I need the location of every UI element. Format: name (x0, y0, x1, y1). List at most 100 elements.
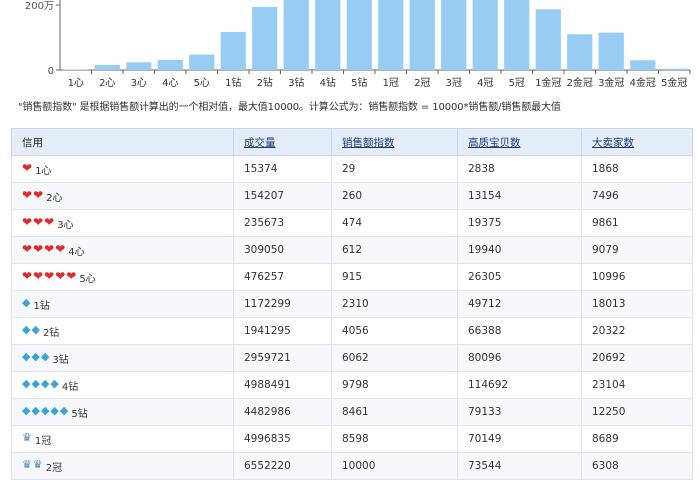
credit-cell: ❤❤❤3心 (12, 210, 234, 237)
credit-icons: ❤❤❤❤❤ (22, 269, 77, 283)
big-sellers-cell: 10996 (582, 264, 693, 291)
credit-cell: ❤❤2心 (12, 183, 234, 210)
bar-1钻 (221, 32, 246, 70)
credit-level-label: 1心 (35, 166, 51, 177)
credit-cell: ◆◆◆3钻 (12, 345, 234, 372)
table-row: ♛♛2冠655222010000735446308 (12, 453, 693, 480)
x-tick-label: 3冠 (446, 77, 462, 89)
table-row: ❤❤❤❤4心 309050612199409079 (12, 237, 693, 264)
bar-2金冠 (567, 34, 592, 70)
quality-items-cell: 73544 (458, 453, 582, 480)
big-sellers-cell: 9861 (582, 210, 693, 237)
credit-cell: ❤1心 (12, 156, 234, 183)
table-header-row: 信用 成交量 销售额指数 高质宝贝数 大卖家数 (12, 129, 693, 156)
header-quality-items-link[interactable]: 高质宝贝数 (468, 137, 521, 149)
volume-cell: 154207 (234, 183, 332, 210)
header-volume[interactable]: 成交量 (234, 129, 332, 156)
diamond-icon: ◆ (22, 350, 30, 363)
x-tick-label: 4心 (162, 77, 178, 89)
table-row: ❤1心153742928381868 (12, 156, 693, 183)
diamond-icon: ◆ (50, 404, 58, 417)
credit-icons: ◆◆◆◆ (22, 377, 60, 390)
table-body: ❤1心153742928381868❤❤2心154207260131547496… (12, 156, 693, 480)
diamond-icon: ◆ (22, 323, 30, 336)
bar-2钻 (252, 7, 277, 70)
sales-index-cell: 10000 (332, 453, 458, 480)
credit-icons: ❤ (22, 161, 33, 175)
header-big-sellers[interactable]: 大卖家数 (582, 129, 693, 156)
header-quality-items[interactable]: 高质宝贝数 (458, 129, 582, 156)
header-volume-link[interactable]: 成交量 (244, 137, 276, 149)
quality-items-cell: 66388 (458, 318, 582, 345)
volume-cell: 309050 (234, 237, 332, 264)
heart-icon: ❤ (22, 242, 32, 256)
volume-cell: 4996835 (234, 426, 332, 453)
diamond-icon: ◆ (22, 296, 30, 309)
x-tick-label: 5心 (194, 77, 210, 89)
quality-items-cell: 80096 (458, 345, 582, 372)
credit-icons: ❤❤❤❤ (22, 242, 66, 256)
heart-icon: ❤ (22, 215, 32, 229)
bar-5钻 (347, 0, 372, 70)
x-tick-label: 5金冠 (661, 76, 687, 89)
header-big-sellers-link[interactable]: 大卖家数 (592, 137, 634, 149)
volume-cell: 476257 (234, 264, 332, 291)
big-sellers-cell: 8689 (582, 426, 693, 453)
index-note: "销售额指数" 是根据销售额计算出的一个相对值，最大值10000。计算公式为：销… (18, 98, 698, 113)
x-tick-label: 4冠 (477, 77, 493, 89)
bar-2冠 (410, 0, 435, 70)
diamond-icon: ◆ (41, 377, 49, 390)
table-row: ◆◆2钻194129540566638820322 (12, 318, 693, 345)
volume-cell: 1941295 (234, 318, 332, 345)
credit-icons: ◆◆◆◆◆ (22, 404, 69, 417)
bar-5金冠 (662, 69, 687, 70)
sales-index-cell: 915 (332, 264, 458, 291)
credit-icons: ♛♛ (22, 458, 44, 471)
header-sales-index[interactable]: 销售额指数 (332, 129, 458, 156)
bar-4金冠 (630, 60, 655, 70)
credit-level-label: 1钻 (33, 301, 49, 312)
x-tick-label: 5冠 (509, 77, 525, 89)
sales-index-cell: 2310 (332, 291, 458, 318)
sales-index-cell: 612 (332, 237, 458, 264)
volume-cell: 2959721 (234, 345, 332, 372)
bar-5心 (189, 54, 214, 70)
credit-level-label: 2心 (46, 193, 62, 204)
diamond-icon: ◆ (41, 350, 49, 363)
bar-5冠 (504, 0, 529, 70)
bar-chart: 0200万1心2心3心4心5心1钻2钻3钻4钻5钻1冠2冠3冠4冠5冠1金冠2金… (0, 0, 700, 96)
credit-level-label: 4心 (68, 247, 84, 258)
quality-items-cell: 19940 (458, 237, 582, 264)
quality-items-cell: 2838 (458, 156, 582, 183)
y-tick-label: 200万 (25, 1, 54, 12)
credit-icons: ◆◆◆ (22, 350, 50, 363)
credit-icons: ◆◆ (22, 323, 41, 336)
heart-icon: ❤ (22, 269, 32, 283)
credit-icons: ❤❤❤ (22, 215, 55, 229)
heart-icon: ❤ (66, 269, 76, 283)
big-sellers-cell: 20692 (582, 345, 693, 372)
quality-items-cell: 70149 (458, 426, 582, 453)
credit-level-label: 3钻 (52, 355, 68, 366)
crown-icon: ♛ (33, 458, 43, 471)
header-credit: 信用 (12, 129, 234, 156)
bar-2心 (95, 65, 120, 70)
x-tick-label: 1钻 (225, 76, 241, 89)
volume-cell: 1172299 (234, 291, 332, 318)
diamond-icon: ◆ (22, 404, 30, 417)
diamond-icon: ◆ (60, 404, 68, 417)
diamond-icon: ◆ (22, 377, 30, 390)
bar-4心 (158, 60, 183, 70)
bar-1冠 (378, 0, 403, 70)
credit-table: 信用 成交量 销售额指数 高质宝贝数 大卖家数 ❤1心1537429283818… (11, 128, 693, 480)
credit-level-label: 1冠 (35, 436, 51, 447)
header-sales-index-link[interactable]: 销售额指数 (342, 137, 395, 149)
table-row: ❤❤❤3心235673474193759861 (12, 210, 693, 237)
big-sellers-cell: 9079 (582, 237, 693, 264)
x-tick-label: 3金冠 (598, 76, 624, 89)
sales-index-cell: 29 (332, 156, 458, 183)
quality-items-cell: 13154 (458, 183, 582, 210)
diamond-icon: ◆ (41, 404, 49, 417)
credit-level-label: 4钻 (62, 382, 78, 393)
bar-3钻 (284, 0, 309, 70)
